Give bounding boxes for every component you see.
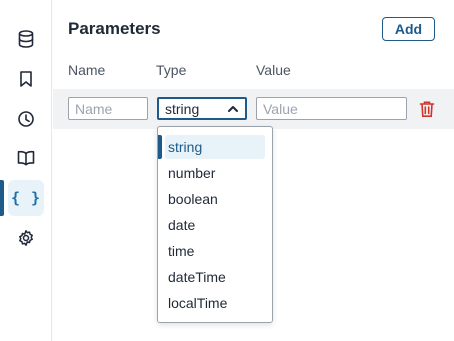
sidebar: { } [0, 0, 52, 341]
book-icon [17, 150, 35, 166]
type-option-string[interactable]: string [165, 135, 265, 159]
database-icon [18, 30, 34, 48]
sidebar-item-parameters[interactable]: { } [8, 180, 44, 216]
sidebar-item-settings[interactable] [8, 220, 44, 256]
type-option-datetime[interactable]: dateTime [165, 265, 265, 289]
sidebar-item-history[interactable] [8, 101, 44, 137]
column-header-name: Name [68, 62, 106, 78]
type-option-boolean[interactable]: boolean [165, 187, 265, 211]
parameter-row: string [53, 89, 454, 129]
trash-icon[interactable] [419, 100, 435, 118]
history-icon [18, 111, 34, 127]
selected-option-indicator [158, 135, 162, 159]
column-header-value: Value [256, 62, 291, 78]
type-option-time[interactable]: time [165, 239, 265, 263]
column-header-type: Type [156, 62, 187, 78]
sidebar-item-guides[interactable] [8, 140, 44, 176]
sidebar-item-database[interactable] [8, 21, 44, 57]
type-option-date[interactable]: date [165, 213, 265, 237]
parameter-value-input[interactable] [256, 97, 407, 120]
sidebar-item-bookmarks[interactable] [8, 61, 44, 97]
braces-icon: { } [10, 189, 42, 207]
gear-icon [19, 230, 33, 246]
parameter-type-select[interactable]: string [157, 97, 247, 120]
bookmark-icon [20, 71, 32, 87]
panel-title: Parameters [68, 19, 161, 38]
type-dropdown: string number boolean date time dateTime… [157, 126, 273, 323]
parameter-type-value: string [165, 100, 200, 117]
type-option-number[interactable]: number [165, 161, 265, 185]
chevron-up-icon [228, 106, 238, 112]
parameter-name-input[interactable] [68, 97, 148, 120]
active-indicator [0, 180, 4, 216]
parameters-panel: Parameters Add Name Type Value string st… [53, 0, 454, 341]
type-option-localtime[interactable]: localTime [165, 291, 265, 315]
add-parameter-button[interactable]: Add [382, 17, 435, 41]
